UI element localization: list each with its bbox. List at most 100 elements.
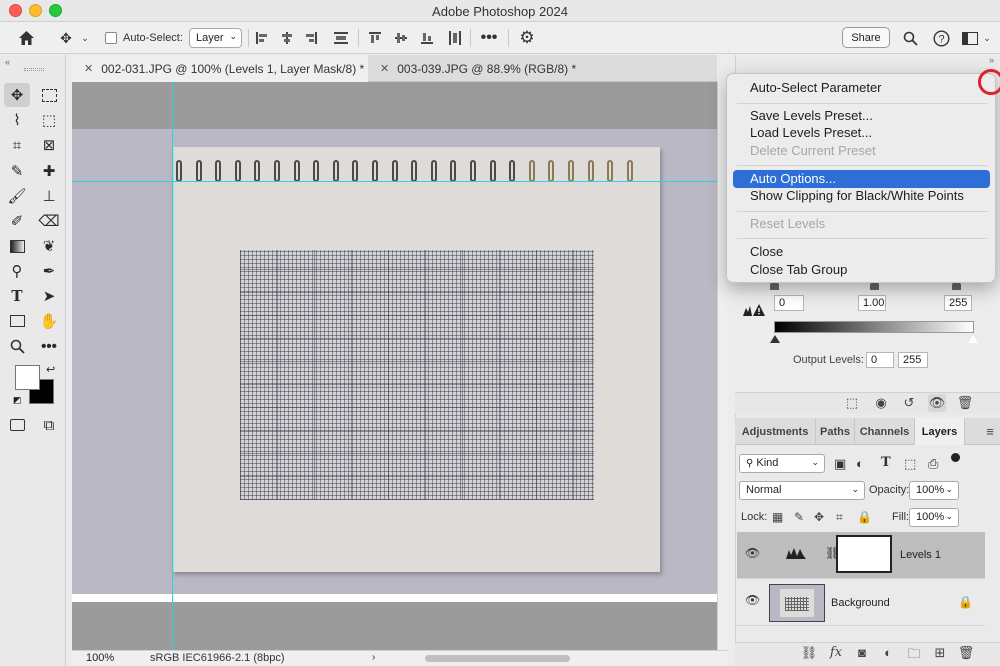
layer-thumbnail[interactable]: [769, 584, 825, 622]
gear-icon[interactable]: ⚙: [516, 22, 538, 54]
panel-menu-icon[interactable]: ≡: [980, 418, 1000, 445]
layer-row-background[interactable]: 👁 Background 🔒: [737, 579, 985, 626]
menu-item-show-clipping[interactable]: Show Clipping for Black/White Points: [727, 187, 995, 205]
align-left-icon[interactable]: [253, 22, 271, 54]
crop-tool-icon[interactable]: ⌗: [4, 133, 30, 157]
clipping-warning-icon[interactable]: [742, 303, 766, 320]
output-white-field[interactable]: 255: [898, 352, 928, 368]
link-layers-icon[interactable]: ⛓: [800, 645, 818, 661]
adjustment-filter-icon[interactable]: ◐: [856, 456, 864, 471]
quick-mask-icon[interactable]: [4, 413, 30, 437]
filter-toggle-icon[interactable]: [951, 453, 960, 462]
new-group-icon[interactable]: 🗀: [905, 645, 923, 666]
gradient-tool-icon[interactable]: [4, 234, 30, 258]
vertical-guide[interactable]: [172, 82, 173, 650]
menu-item-save-levels-preset[interactable]: Save Levels Preset...: [727, 107, 995, 125]
edit-toolbar-icon[interactable]: •••: [36, 334, 62, 358]
tab-002-031[interactable]: ✕ 002-031.JPG @ 100% (Levels 1, Layer Ma…: [72, 55, 368, 82]
blend-mode-dropdown[interactable]: Normal ⌄: [739, 481, 865, 500]
move-tool-icon[interactable]: ✥: [4, 83, 30, 107]
input-black-field[interactable]: 0: [774, 295, 804, 311]
layer-filter-kind-dropdown[interactable]: ⚲ Kind ⌄: [739, 454, 825, 473]
output-black-field[interactable]: 0: [866, 352, 894, 368]
lock-all-icon[interactable]: 🔒: [857, 510, 872, 524]
default-colors-icon[interactable]: ◩: [13, 395, 22, 406]
document-profile[interactable]: sRGB IEC61966-2.1 (8bpc) ›: [150, 652, 380, 664]
help-icon[interactable]: ?: [930, 22, 952, 54]
tab-adjustments[interactable]: Adjustments: [735, 418, 816, 445]
expand-panels-icon[interactable]: »: [989, 55, 994, 65]
input-gamma-field[interactable]: 1.00: [858, 295, 886, 311]
zoom-level[interactable]: 100%: [86, 652, 114, 664]
move-tool-preset-icon[interactable]: ✥: [54, 22, 78, 54]
auto-select-target-dropdown[interactable]: Layer ⌄: [189, 28, 242, 48]
search-icon[interactable]: [899, 22, 921, 54]
workspace-icon[interactable]: [959, 22, 981, 54]
zoom-tool-icon[interactable]: [4, 334, 30, 358]
visibility-toggle-icon[interactable]: 👁: [928, 394, 946, 412]
tab-layers[interactable]: Layers: [915, 418, 965, 445]
more-options-icon[interactable]: •••: [478, 22, 500, 54]
lock-image-pixels-icon[interactable]: ✎: [794, 510, 804, 524]
home-icon[interactable]: [12, 22, 40, 54]
input-white-field[interactable]: 255: [944, 295, 972, 311]
frame-tool-icon[interactable]: ⊠: [36, 133, 62, 157]
layer-name[interactable]: Background: [831, 597, 890, 609]
fill-field[interactable]: 100% ⌄: [909, 508, 959, 527]
close-tab-icon[interactable]: ✕: [84, 62, 93, 75]
blur-tool-icon[interactable]: ❦: [36, 234, 62, 258]
delete-adjustment-icon[interactable]: 🗑: [956, 394, 974, 412]
align-top-icon[interactable]: [366, 22, 384, 54]
canvas-horizontal-scrollbar[interactable]: [425, 655, 570, 662]
input-black-slider[interactable]: [770, 283, 779, 290]
eye-icon[interactable]: 👁: [745, 593, 760, 607]
tab-paths[interactable]: Paths: [816, 418, 855, 445]
path-selection-tool-icon[interactable]: ➤: [36, 284, 62, 308]
new-adjustment-layer-icon[interactable]: ◐: [879, 645, 897, 660]
lock-position-icon[interactable]: ✥: [814, 510, 824, 524]
brush-tool-icon[interactable]: 🖌: [4, 184, 30, 208]
toolbar-grip[interactable]: [24, 68, 44, 71]
close-tab-icon[interactable]: ✕: [380, 62, 389, 75]
eyedropper-tool-icon[interactable]: ✎: [4, 159, 30, 183]
menu-item-load-levels-preset[interactable]: Load Levels Preset...: [727, 124, 995, 142]
screen-mode-icon[interactable]: ⧉: [36, 413, 62, 437]
pen-tool-icon[interactable]: ✒: [36, 259, 62, 283]
object-selection-tool-icon[interactable]: ⬚: [36, 108, 62, 132]
type-tool-icon[interactable]: T: [4, 284, 30, 308]
align-right-icon[interactable]: [302, 22, 320, 54]
shape-filter-icon[interactable]: ⬚: [904, 456, 916, 472]
distribute-vertical-icon[interactable]: [332, 22, 350, 54]
pixel-filter-icon[interactable]: ▣: [834, 456, 846, 472]
add-mask-icon[interactable]: ◙: [853, 645, 871, 660]
rectangle-tool-icon[interactable]: [4, 309, 30, 333]
lock-artboard-icon[interactable]: ⌗: [836, 510, 843, 525]
layer-mask-thumbnail[interactable]: [836, 535, 892, 573]
tab-003-039[interactable]: ✕ 003-039.JPG @ 88.9% (RGB/8) *: [368, 55, 668, 82]
opacity-field[interactable]: 100% ⌄: [909, 481, 959, 500]
eraser-tool-icon[interactable]: ⌫: [36, 209, 62, 233]
healing-brush-tool-icon[interactable]: ✚: [36, 159, 62, 183]
stamp-tool-icon[interactable]: ⊥: [36, 184, 62, 208]
marquee-tool-icon[interactable]: [36, 83, 62, 107]
eye-icon[interactable]: 👁: [745, 546, 760, 560]
tab-channels[interactable]: Channels: [855, 418, 915, 445]
layer-name[interactable]: Levels 1: [900, 549, 941, 561]
view-previous-state-icon[interactable]: ◉: [872, 394, 890, 412]
chevron-down-icon[interactable]: ⌄: [980, 22, 994, 54]
chevron-down-icon[interactable]: ⌄: [78, 22, 92, 54]
auto-select-checkbox[interactable]: [103, 22, 119, 54]
clip-to-layer-icon[interactable]: ⬚: [843, 394, 861, 412]
menu-item-auto-select-parameter[interactable]: Auto-Select Parameter: [727, 79, 995, 97]
collapse-toolbar-icon[interactable]: «: [5, 57, 10, 67]
type-filter-icon[interactable]: T: [881, 455, 891, 470]
align-horizontal-center-icon[interactable]: [278, 22, 296, 54]
history-brush-tool-icon[interactable]: ✐: [4, 209, 30, 233]
dodge-tool-icon[interactable]: ⚲: [4, 259, 30, 283]
menu-item-close[interactable]: Close: [727, 243, 995, 261]
hand-tool-icon[interactable]: ✋: [36, 309, 62, 333]
lock-transparent-pixels-icon[interactable]: ▦: [772, 510, 783, 524]
input-gamma-slider[interactable]: [870, 283, 879, 290]
input-white-slider[interactable]: [952, 283, 961, 290]
document-canvas[interactable]: [72, 82, 717, 650]
